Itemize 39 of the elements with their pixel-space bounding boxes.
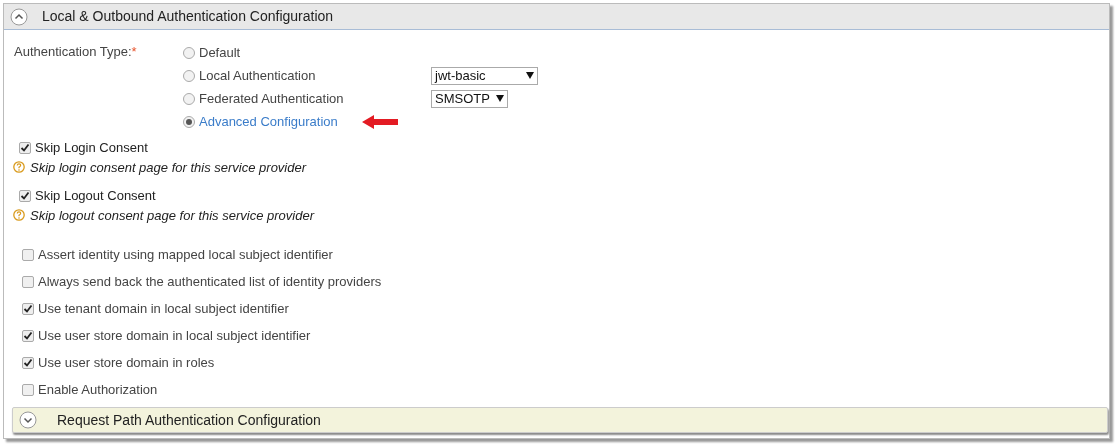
dropdown[interactable]: SMSOTP	[431, 89, 508, 108]
checkbox-label[interactable]: Assert identity using mapped local subject identifier	[38, 244, 333, 265]
checkbox-label[interactable]: Enable Authorization	[38, 379, 158, 400]
checkbox-label[interactable]: Use tenant domain in local subject identifier	[38, 298, 289, 319]
checkbox-label[interactable]: Skip Login Consent	[35, 138, 148, 158]
checkbox[interactable]	[19, 189, 31, 202]
radio-label[interactable]: Local Authentication	[199, 65, 316, 86]
collapse-icon[interactable]	[10, 7, 28, 26]
checkbox[interactable]	[22, 383, 34, 396]
radio-label[interactable]: Federated Authentication	[199, 88, 344, 109]
checkbox[interactable]	[19, 141, 31, 154]
dropdown[interactable]: jwt-basic	[431, 66, 538, 85]
field-label: Authentication Type:*	[14, 43, 138, 61]
radio-button[interactable]	[183, 115, 195, 128]
checkbox-label[interactable]: Always send back the authenticated list of identity providers	[38, 271, 382, 292]
checkbox[interactable]	[22, 248, 34, 261]
checkbox-label[interactable]: Use user store domain in local subject identifier	[38, 325, 311, 346]
radio-button[interactable]	[183, 46, 195, 59]
section-title: Request Path Authentication Configuration	[57, 410, 321, 430]
radio-label[interactable]: Advanced Configuration	[199, 111, 338, 132]
radio-button[interactable]	[183, 69, 195, 82]
checkbox[interactable]	[22, 329, 34, 342]
help-icon	[13, 161, 25, 174]
checkbox-label[interactable]: Use user store domain in roles	[38, 352, 215, 373]
help-text: Skip logout consent page for this service provider	[30, 206, 314, 225]
radio-label[interactable]: Default	[199, 42, 241, 63]
checkbox[interactable]	[22, 302, 34, 315]
section-header[interactable]: Local & Outbound Authentication Configuration	[4, 4, 1109, 30]
section-header[interactable]: Request Path Authentication Configuration	[12, 407, 1108, 433]
help-text: Skip login consent page for this service provider	[30, 158, 307, 177]
checkbox-label[interactable]: Skip Logout Consent	[35, 186, 156, 206]
dropdown-arrow-icon	[526, 72, 534, 79]
help-icon	[13, 209, 25, 222]
section-title: Local & Outbound Authentication Configuration	[42, 7, 334, 26]
dropdown-arrow-icon	[495, 95, 504, 102]
radio-button[interactable]	[183, 92, 195, 105]
checkbox[interactable]	[22, 356, 34, 369]
expand-icon[interactable]	[19, 411, 37, 429]
checkbox[interactable]	[22, 275, 34, 288]
